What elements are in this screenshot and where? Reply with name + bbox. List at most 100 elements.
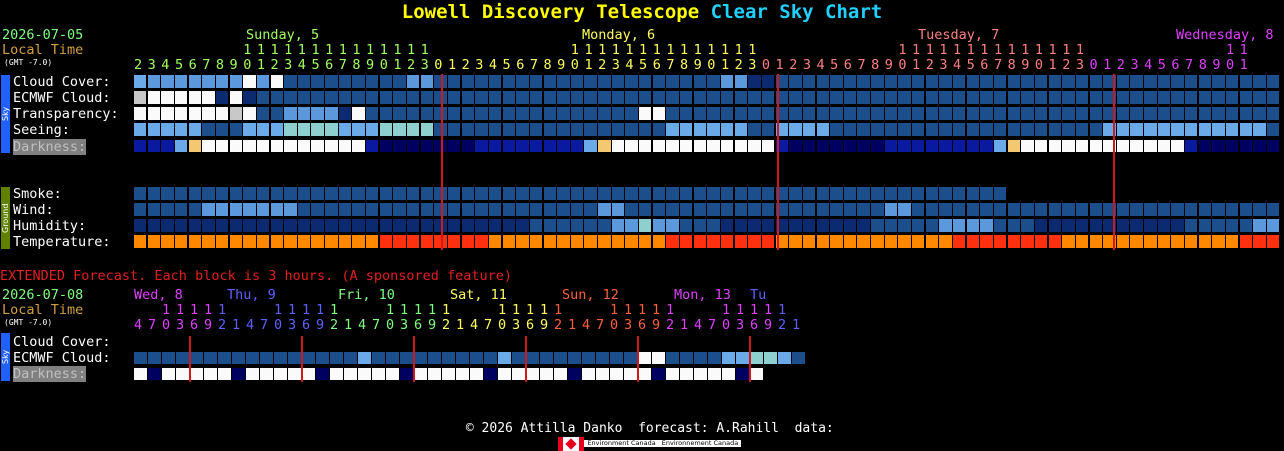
forecast-cell [816, 140, 829, 152]
ext-row-label-0: Cloud Cover: [13, 334, 111, 350]
hour-tens: 1 [666, 42, 675, 58]
forecast-cell [447, 91, 461, 104]
forecast-cell [366, 235, 379, 248]
forecast-cell [584, 91, 597, 104]
forecast-cell [953, 123, 966, 136]
environnement-canada-logo[interactable]: Environnement Canada [658, 440, 742, 447]
forecast-cell [925, 187, 939, 200]
hour-ones: 9 [884, 57, 893, 73]
hour-tens: 1 [707, 42, 716, 58]
forecast-cell [1253, 123, 1266, 136]
forecast-cell [993, 187, 1007, 200]
hour-tens: 1 [1021, 42, 1030, 58]
forecast-cell [420, 107, 434, 120]
forecast-cell [1075, 219, 1089, 232]
forecast-cell [680, 107, 693, 120]
forecast-cell [939, 140, 952, 152]
forecast-cell [393, 107, 406, 120]
forecast-cell [488, 235, 502, 248]
forecast-cell [884, 140, 898, 152]
hour-tens: 1 [966, 42, 975, 58]
forecast-cell [761, 140, 775, 152]
forecast-cell [1075, 203, 1089, 216]
ext-forecast-cell [498, 368, 511, 380]
ext-hour-ones: 1 [792, 317, 801, 333]
forecast-cell [502, 187, 515, 200]
forecast-cell [1130, 123, 1143, 136]
ext-forecast-cell [134, 352, 147, 364]
forecast-cell [748, 235, 761, 248]
forecast-cell [639, 91, 652, 104]
forecast-cell [884, 91, 898, 104]
hour-ones: 3 [420, 57, 429, 73]
forecast-cell [243, 187, 256, 200]
forecast-cell [680, 187, 693, 200]
hour-ones: 3 [1130, 57, 1139, 73]
forecast-cell [161, 75, 174, 88]
forecast-cell [379, 75, 393, 88]
ext-forecast-cell [428, 368, 441, 380]
forecast-cell [1048, 203, 1061, 216]
forecast-cell [407, 75, 420, 88]
forecast-cell [1144, 235, 1157, 248]
extended-note: EXTENDED Forecast. Each block is 3 hours… [0, 268, 513, 284]
forecast-cell [447, 219, 461, 232]
forecast-cell [693, 123, 707, 136]
forecast-cell [1048, 235, 1061, 248]
ext-forecast-cell [162, 368, 175, 380]
forecast-cell [748, 107, 761, 120]
forecast-cell [871, 140, 884, 152]
ext-forecast-cell [218, 368, 231, 380]
forecast-cell [202, 140, 215, 152]
ext-forecast-cell [470, 352, 483, 364]
forecast-cell [611, 91, 625, 104]
environment-canada-logo[interactable]: Environment Canada [584, 440, 659, 447]
forecast-cell [1034, 219, 1048, 232]
forecast-cell [202, 187, 215, 200]
forecast-cell [488, 75, 502, 88]
forecast-cell [1253, 107, 1266, 120]
canada-flag-icon[interactable] [558, 436, 585, 451]
forecast-cell [379, 203, 393, 216]
ext-hour-tens: 1 [274, 302, 283, 318]
ext-forecast-cell [750, 352, 763, 364]
forecast-cell [871, 235, 884, 248]
ext-forecast-cell [442, 368, 455, 380]
ext-day-label-4: Sun, 12 [562, 287, 619, 303]
forecast-cell [202, 107, 215, 120]
forecast-cell [461, 203, 475, 216]
ext-day-label-0: Wed, 8 [134, 287, 183, 303]
forecast-cell [1239, 75, 1253, 88]
forecast-cell [966, 107, 980, 120]
day-label-3: Wednesday, 8 [1176, 27, 1274, 43]
hour-tens: 1 [953, 42, 962, 58]
forecast-cell [1266, 235, 1280, 248]
forecast-cell [884, 107, 898, 120]
forecast-cell [611, 75, 625, 88]
forecast-cell [707, 123, 720, 136]
ext-hour-ones: 9 [204, 317, 213, 333]
forecast-cell [229, 107, 242, 120]
forecast-cell [543, 235, 556, 248]
forecast-cell [1062, 219, 1075, 232]
hour-tens: 1 [407, 42, 416, 58]
forecast-cell [543, 123, 556, 136]
forecast-cell [311, 187, 324, 200]
forecast-cell [1048, 107, 1061, 120]
forecast-cell [802, 91, 816, 104]
forecast-cell [174, 123, 188, 136]
forecast-cell [898, 107, 911, 120]
ext-forecast-cell [568, 352, 581, 364]
hour-ones: 6 [325, 57, 334, 73]
forecast-cell [898, 91, 911, 104]
forecast-cell [284, 75, 297, 88]
extended-local-time-label: Local Time [2, 302, 84, 318]
hour-tens: 1 [1034, 42, 1044, 58]
ext-forecast-cell [736, 352, 749, 364]
ext-hour-tens: 1 [204, 302, 213, 318]
forecast-cell [1021, 75, 1034, 88]
forecast-cell [202, 91, 215, 104]
ext-forecast-cell [274, 368, 287, 380]
midnight-line-1 [777, 74, 779, 250]
forecast-cell [1171, 107, 1184, 120]
